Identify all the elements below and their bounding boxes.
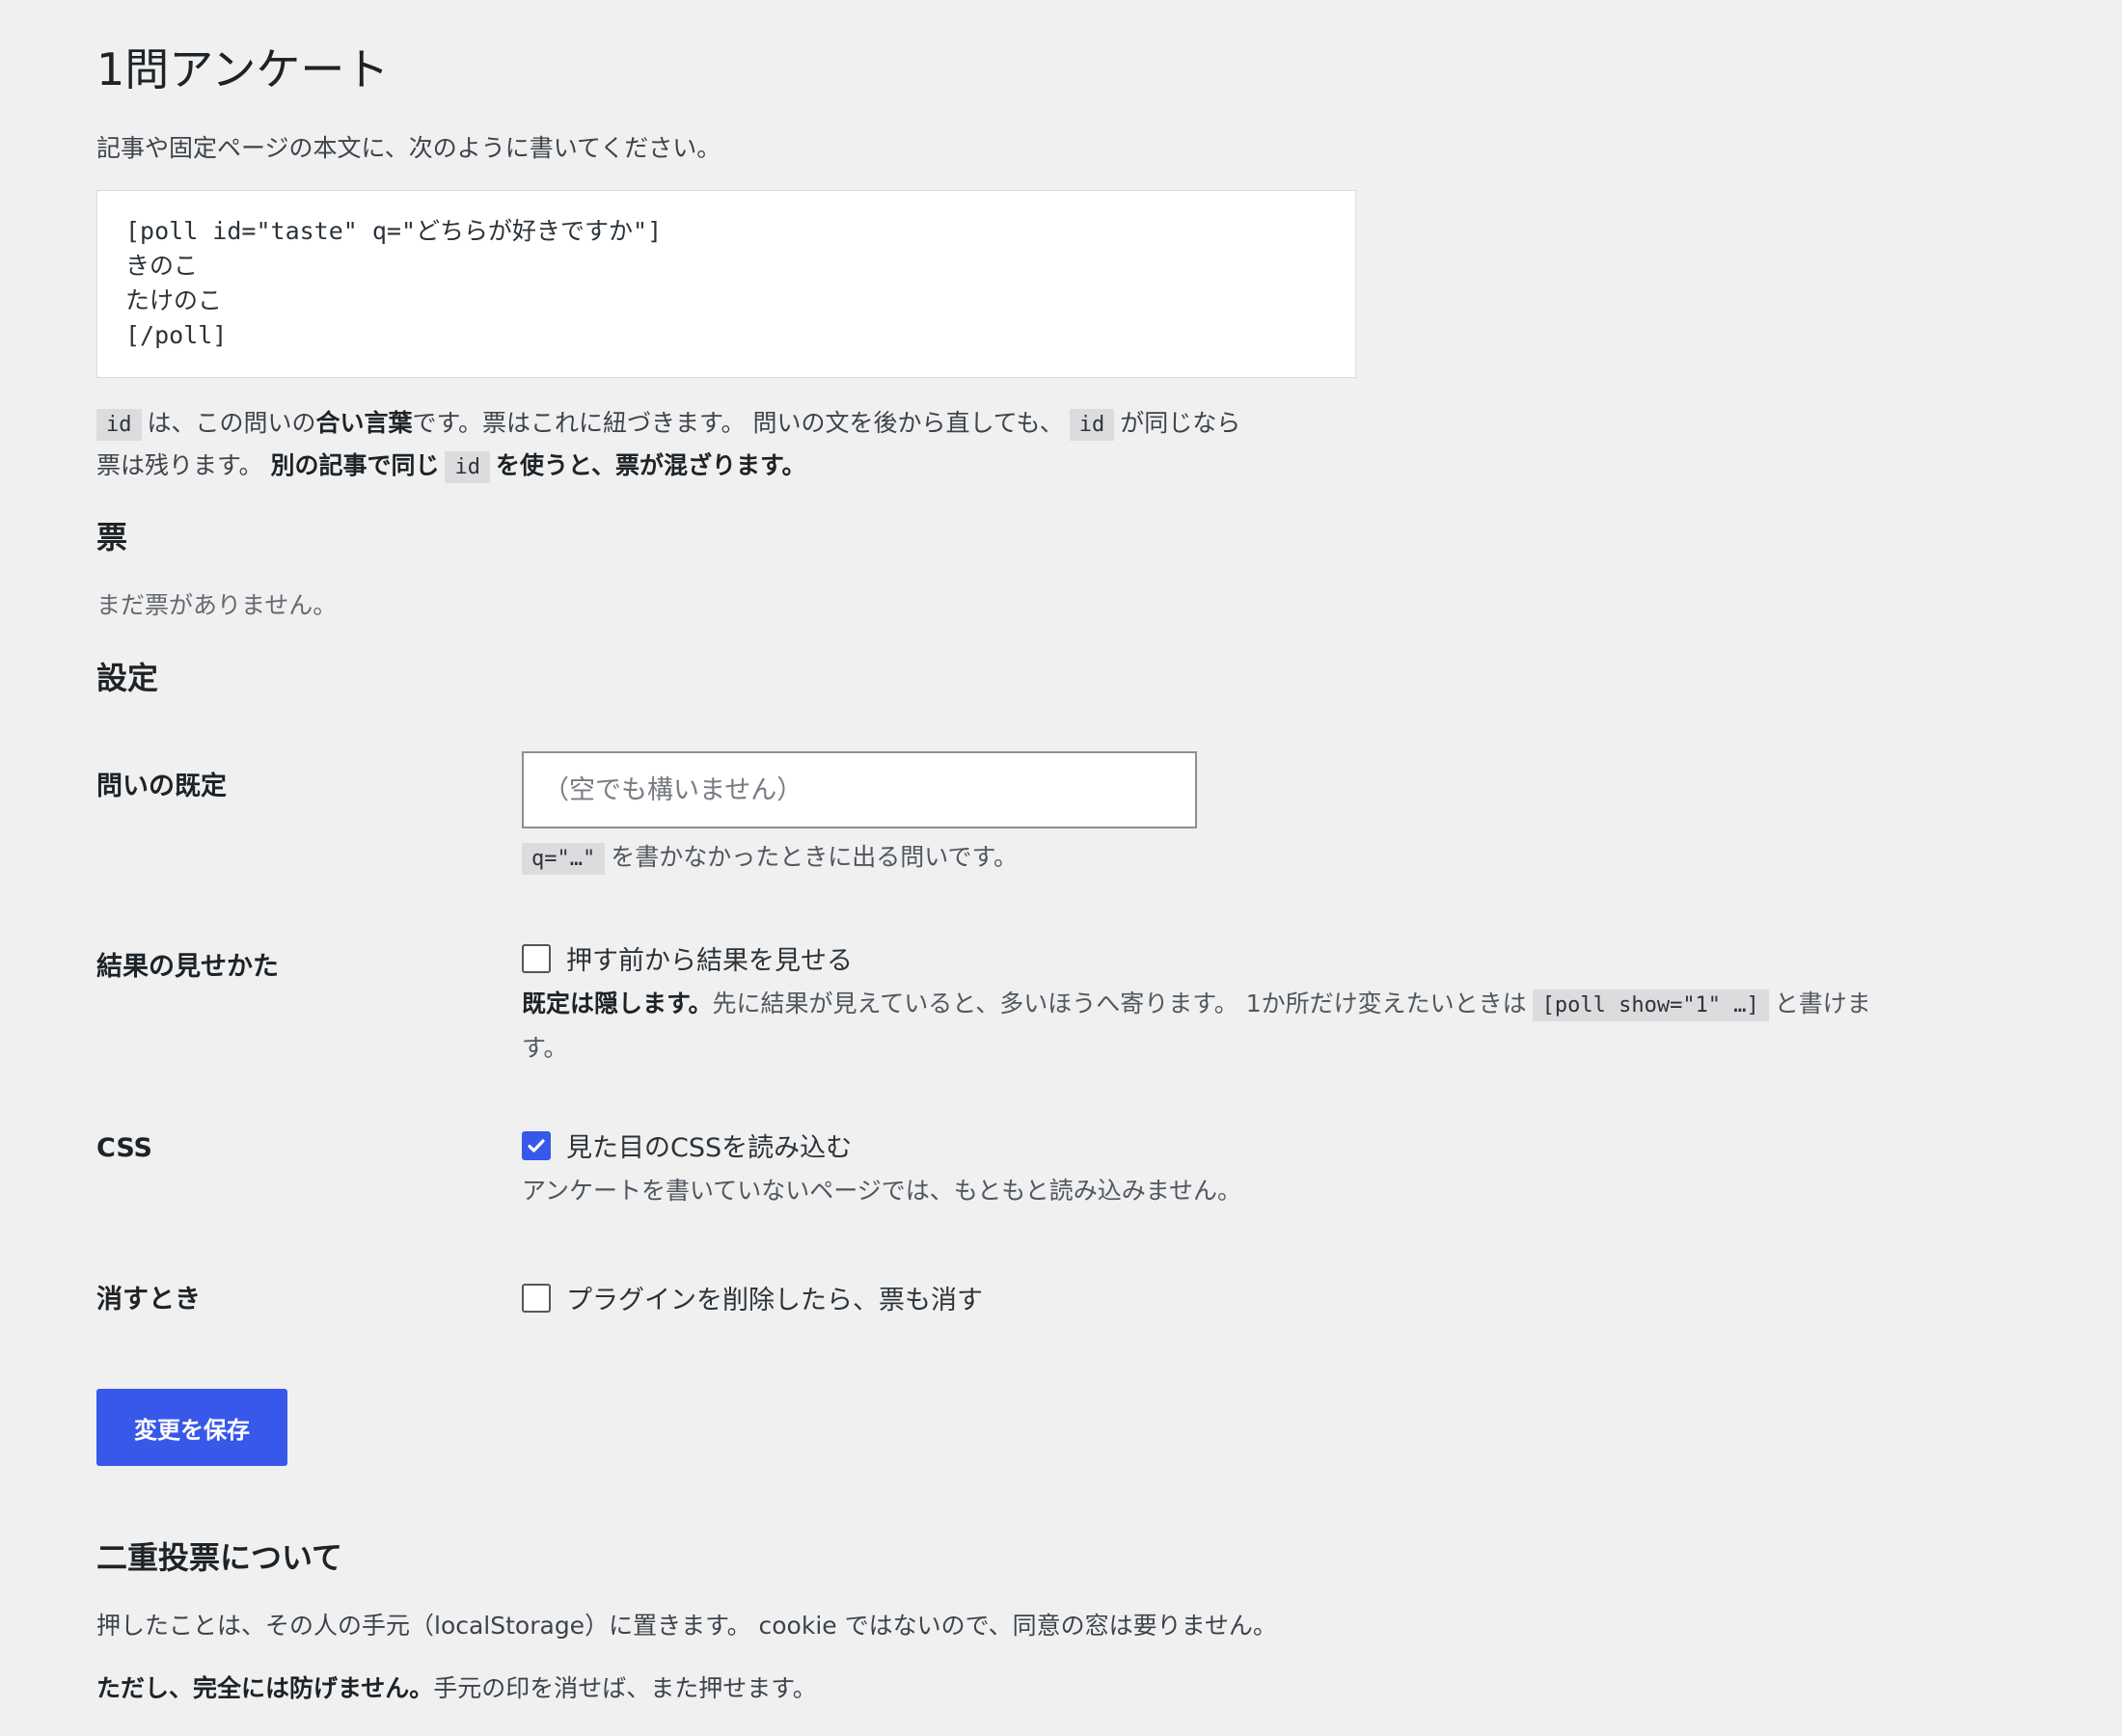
- question-default-desc: q="…" を書かなかったときに出る問いです。: [522, 836, 1197, 881]
- page-title: 1問アンケート: [96, 43, 390, 95]
- show-results-checkbox[interactable]: [522, 943, 551, 973]
- code-line: [poll id="taste" q="どちらが好きですか"]: [125, 217, 663, 245]
- show-results-checkbox-row[interactable]: 押す前から結果を見せる: [522, 939, 2122, 977]
- css-label: CSS: [96, 1133, 152, 1163]
- results-display-field: 押す前から結果を見せる 既定は隠します。先に結果が見えていると、多いほうへ寄りま…: [522, 939, 2122, 1070]
- results-display-desc: 既定は隠します。先に結果が見えていると、多いほうへ寄ります。 1か所だけ変えたい…: [522, 990, 1871, 1062]
- question-default-field: q="…"を書かなかったときに出る問いです。: [522, 751, 1197, 881]
- uninstall-label: 消すとき: [96, 1285, 201, 1315]
- settings-heading: 設定: [96, 660, 159, 696]
- votes-heading: 票: [96, 519, 128, 556]
- code-line: きのこ: [125, 252, 199, 280]
- inline-code-id: id: [96, 409, 142, 441]
- inline-code-id: id: [1069, 409, 1115, 441]
- votes-empty-text: まだ票がありません。: [96, 591, 338, 619]
- inline-code-show: [poll show="1" …]: [1532, 990, 1769, 1021]
- double-vote-p1: 押したことは、その人の手元（localStorage）に置きます。 cookie…: [96, 1612, 1277, 1640]
- load-css-checkbox[interactable]: [522, 1130, 551, 1160]
- save-changes-button[interactable]: 変更を保存: [96, 1389, 287, 1466]
- double-vote-p2: ただし、完全には防げません。手元の印を消せば、また押せます。: [96, 1674, 817, 1702]
- code-line: [/poll]: [125, 321, 228, 349]
- code-line: たけのこ: [125, 286, 223, 314]
- double-vote-heading: 二重投票について: [96, 1539, 343, 1576]
- load-css-checkbox-row[interactable]: 見た目のCSSを読み込む: [522, 1126, 1241, 1164]
- id-note: id は、この問いの合い言葉です。票はこれに紐づきます。 問いの文を後から直しても…: [96, 403, 1350, 488]
- intro-text: 記事や固定ページの本文に、次のように書いてください。: [96, 134, 721, 162]
- question-default-input[interactable]: [522, 751, 1197, 828]
- css-desc: アンケートを書いていないページでは、もともと読み込みません。: [522, 1177, 1242, 1205]
- results-display-label: 結果の見せかた: [96, 952, 279, 982]
- css-field: 見た目のCSSを読み込む アンケートを書いていないページでは、もともと読み込みま…: [522, 1126, 1241, 1212]
- delete-votes-checkbox[interactable]: [522, 1283, 551, 1313]
- delete-votes-checkbox-row[interactable]: プラグインを削除したら、票も消す: [522, 1279, 983, 1316]
- inline-code-q: q="…": [522, 843, 606, 875]
- check-icon: [528, 1138, 545, 1153]
- delete-votes-checkbox-label: プラグインを削除したら、票も消す: [566, 1286, 983, 1316]
- show-results-checkbox-label: 押す前から結果を見せる: [566, 946, 853, 976]
- question-default-label: 問いの既定: [96, 772, 227, 801]
- inline-code-id: id: [445, 451, 490, 483]
- load-css-checkbox-label: 見た目のCSSを読み込む: [566, 1133, 853, 1163]
- shortcode-example: [poll id="taste" q="どちらが好きですか"] きのこ たけのこ…: [96, 190, 1356, 378]
- uninstall-field: プラグインを削除したら、票も消す: [522, 1279, 983, 1316]
